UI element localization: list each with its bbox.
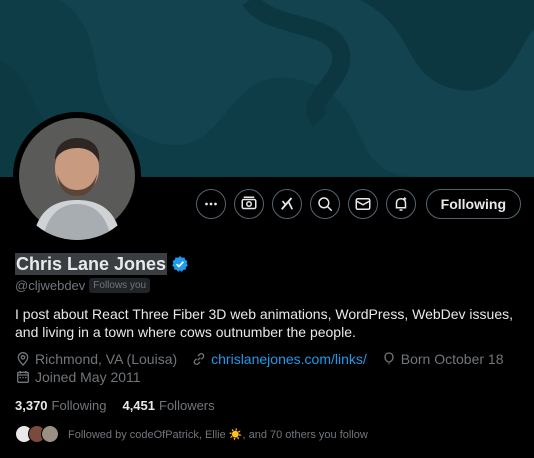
joined-text: Joined May 2011 bbox=[35, 369, 141, 385]
following-stat[interactable]: 3,370 Following bbox=[15, 398, 106, 413]
profile-meta-joined: Joined May 2011 bbox=[15, 369, 155, 385]
followers-label: Followers bbox=[159, 398, 215, 413]
joined-item: Joined May 2011 bbox=[15, 369, 141, 385]
search-icon bbox=[317, 197, 332, 212]
mutual-avatar bbox=[41, 425, 59, 443]
profile-handle: @cljwebdev bbox=[15, 278, 86, 293]
more-button[interactable] bbox=[195, 189, 226, 219]
subscribe-icon bbox=[241, 196, 257, 210]
website-item: chrislanejones.com/links/ bbox=[191, 351, 367, 367]
profile-meta: Richmond, VA (Louisa) chrislanejones.com… bbox=[15, 351, 518, 367]
followers-count: 4,451 bbox=[122, 398, 156, 413]
followed-by-text: Followed by codeOfPatrick, Ellie ☀️, and… bbox=[68, 428, 368, 441]
search-button[interactable] bbox=[309, 189, 340, 219]
location-item: Richmond, VA (Louisa) bbox=[15, 351, 177, 367]
followers-stat[interactable]: 4,451 Followers bbox=[122, 398, 214, 413]
birthday-text: Born October 18 bbox=[400, 351, 504, 367]
follows-you-badge: Follows you bbox=[89, 278, 151, 293]
subscribe-button[interactable] bbox=[233, 189, 264, 219]
message-button[interactable] bbox=[347, 189, 378, 219]
following-label: Following bbox=[51, 398, 107, 413]
grok-icon bbox=[280, 197, 293, 210]
name-row: Chris Lane Jones bbox=[15, 253, 189, 275]
profile-name: Chris Lane Jones bbox=[15, 253, 168, 275]
followed-by[interactable]: Followed by codeOfPatrick, Ellie ☀️, and… bbox=[15, 425, 368, 443]
handle-row: @cljwebdev Follows you bbox=[15, 278, 151, 293]
profile-actions: Following bbox=[195, 189, 521, 219]
following-button[interactable]: Following bbox=[425, 189, 521, 219]
notify-button[interactable] bbox=[385, 189, 416, 219]
following-count: 3,370 bbox=[15, 398, 48, 413]
location-icon bbox=[17, 352, 29, 366]
profile-bio: I post about React Three Fiber 3D web an… bbox=[15, 306, 514, 340]
calendar-icon bbox=[17, 371, 29, 383]
birthday-item: Born October 18 bbox=[381, 351, 504, 367]
grok-button[interactable] bbox=[271, 189, 302, 219]
website-link[interactable]: chrislanejones.com/links/ bbox=[211, 351, 367, 367]
balloon-icon bbox=[384, 352, 394, 365]
notify-icon bbox=[395, 197, 406, 211]
verified-icon[interactable] bbox=[171, 255, 189, 273]
more-icon bbox=[204, 202, 217, 206]
message-icon bbox=[355, 198, 371, 210]
avatar[interactable] bbox=[13, 112, 141, 240]
mutual-avatars bbox=[15, 425, 59, 443]
location-text: Richmond, VA (Louisa) bbox=[35, 351, 178, 367]
link-icon bbox=[193, 353, 205, 365]
follow-stats: 3,370 Following 4,451 Followers bbox=[15, 398, 215, 413]
